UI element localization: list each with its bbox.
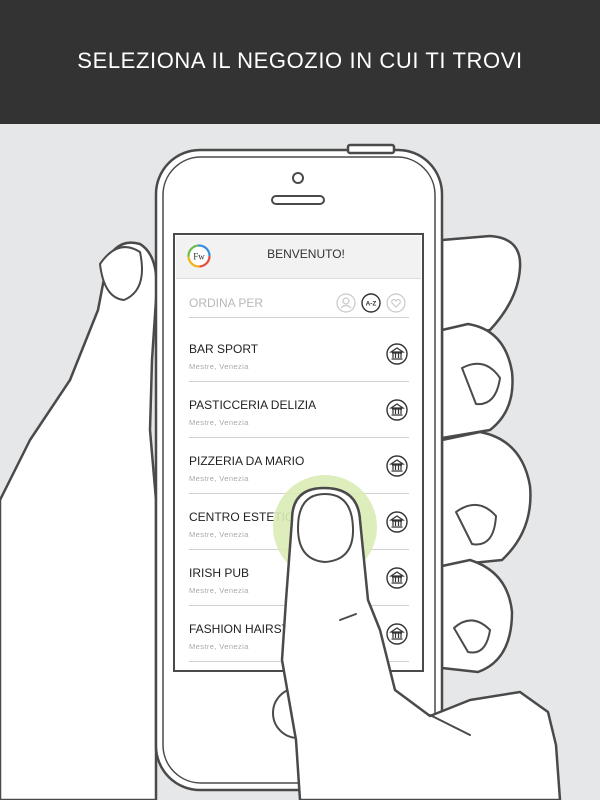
store-name: IRISH PUB <box>189 566 250 580</box>
store-list-item[interactable]: BAR SPORT Mestre, Venezia <box>189 326 409 382</box>
store-name: FASHION HAIRST <box>189 622 290 636</box>
store-building-icon <box>386 343 408 365</box>
az-sort-icon[interactable]: A-Z <box>361 293 381 313</box>
store-location: Mestre, Venezia <box>189 474 249 483</box>
az-sort-label: A-Z <box>366 301 377 308</box>
user-icon[interactable] <box>336 293 356 313</box>
store-location: Mestre, Venezia <box>189 530 249 539</box>
welcome-label: BENVENUTO! <box>267 247 345 261</box>
store-list-item[interactable]: IRISH PUB Mestre, Venezia <box>189 550 409 606</box>
phone-screen: Fw BENVENUTO! ORDINA PER A-Z BAR SPORT M… <box>176 236 421 669</box>
store-list-item[interactable]: FASHION HAIRST Mestre, Venezia <box>189 606 409 662</box>
store-list: BAR SPORT Mestre, Venezia PASTICCERIA DE… <box>189 326 409 662</box>
store-list-item[interactable]: PIZZERIA DA MARIO Mestre, Venezia <box>189 438 409 494</box>
store-list-item[interactable]: CENTRO ESTETIC Mestre, Venezia <box>189 494 409 550</box>
store-name: BAR SPORT <box>189 342 259 356</box>
app-top-bar: Fw BENVENUTO! <box>176 236 421 279</box>
store-building-icon <box>386 399 408 421</box>
store-name: CENTRO ESTETIC <box>189 510 294 524</box>
store-building-icon <box>386 511 408 533</box>
store-building-icon <box>386 567 408 589</box>
store-location: Mestre, Venezia <box>189 362 249 371</box>
store-building-icon <box>386 623 408 645</box>
sort-bar: ORDINA PER A-Z <box>189 291 409 318</box>
app-logo-icon: Fw <box>187 244 211 268</box>
heart-icon[interactable] <box>386 293 406 313</box>
store-list-item[interactable]: PASTICCERIA DELIZIA Mestre, Venezia <box>189 382 409 438</box>
store-building-icon <box>386 455 408 477</box>
store-location: Mestre, Venezia <box>189 418 249 427</box>
store-name: PIZZERIA DA MARIO <box>189 454 305 468</box>
app-logo-text: Fw <box>193 252 205 262</box>
store-location: Mestre, Venezia <box>189 642 249 651</box>
store-name: PASTICCERIA DELIZIA <box>189 398 317 412</box>
sort-label: ORDINA PER <box>189 296 264 310</box>
store-location: Mestre, Venezia <box>189 586 249 595</box>
